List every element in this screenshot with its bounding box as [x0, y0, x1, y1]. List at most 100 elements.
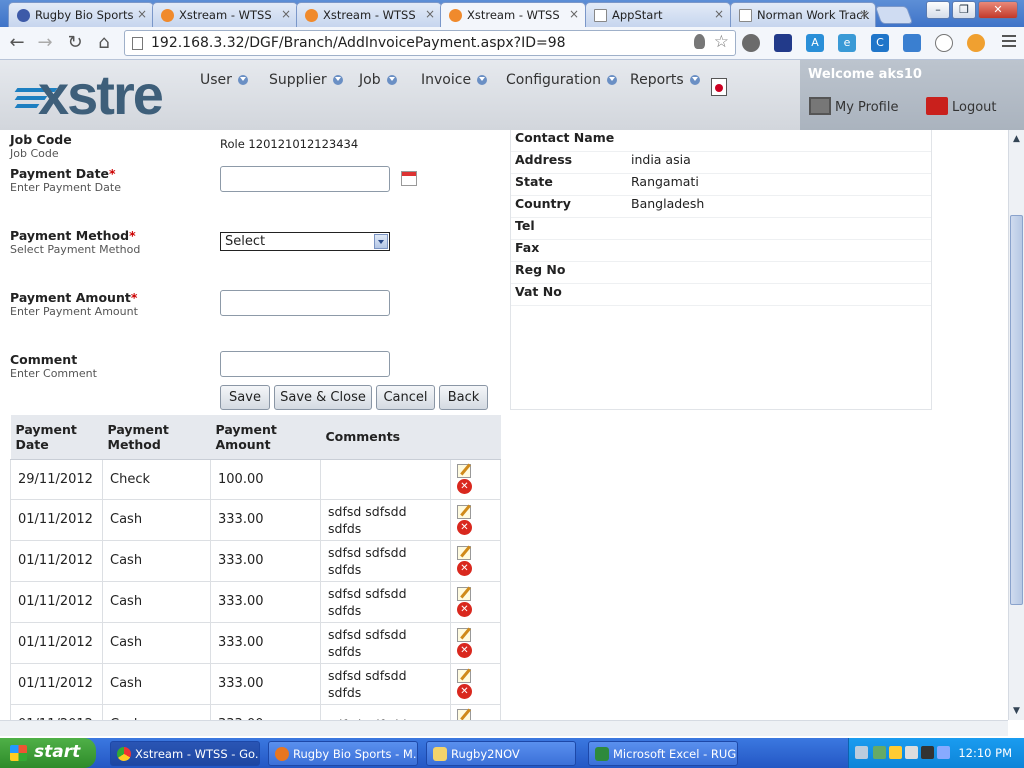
- system-clock: 12:10 PM: [958, 746, 1012, 760]
- nav-job[interactable]: Job: [359, 72, 397, 88]
- payment-method-hint: Select Payment Method: [10, 243, 141, 256]
- c2-extension-icon[interactable]: C: [871, 34, 889, 52]
- timer-icon[interactable]: [935, 34, 953, 52]
- extension-icon[interactable]: [774, 34, 792, 52]
- ie-tab-icon[interactable]: e: [838, 34, 856, 52]
- info-value: india asia: [631, 152, 691, 167]
- table-row: 01/11/2012 Cash 333.00 sdfsd sdfsdd ✕: [10, 703, 501, 720]
- payment-date-input[interactable]: [220, 166, 390, 192]
- forward-arrow-icon[interactable]: →: [34, 32, 56, 54]
- bookmark-star-icon[interactable]: ☆: [714, 32, 729, 52]
- close-icon[interactable]: ×: [859, 7, 869, 21]
- close-icon[interactable]: ×: [137, 7, 147, 21]
- volume-icon[interactable]: [937, 746, 950, 759]
- face-extension-icon[interactable]: [967, 34, 985, 52]
- nav-invoice[interactable]: Invoice: [421, 72, 488, 88]
- tab-appstart[interactable]: AppStart ×: [585, 2, 731, 27]
- payment-amount-input[interactable]: [220, 290, 390, 316]
- close-icon[interactable]: ×: [569, 7, 579, 21]
- delete-icon[interactable]: ✕: [457, 683, 472, 699]
- window-extension-icon[interactable]: [903, 34, 921, 52]
- col-comments[interactable]: Comments: [320, 415, 451, 460]
- window-controls: – ❐ ✕: [926, 1, 1018, 19]
- col-payment-amount[interactable]: Payment Amount: [210, 415, 321, 460]
- cell-method: Cash: [102, 703, 211, 720]
- close-icon[interactable]: ×: [281, 7, 291, 21]
- required-mark: *: [129, 228, 136, 243]
- edit-icon[interactable]: [457, 504, 471, 519]
- nav-user[interactable]: User: [200, 72, 248, 88]
- new-tab-button[interactable]: [874, 6, 914, 24]
- xstream-logo[interactable]: xstre: [12, 68, 187, 123]
- tab-xstream-2[interactable]: Xstream - WTSS ×: [296, 2, 442, 27]
- logo-text: xstre: [38, 68, 164, 123]
- taskbar-item-label: Xstream - WTSS - Go...: [135, 747, 260, 761]
- close-icon[interactable]: ×: [714, 7, 724, 21]
- taskbar-item-label: Rugby2NOV: [451, 747, 520, 761]
- tray-app-icon[interactable]: [905, 746, 918, 759]
- report-tool-icon[interactable]: [711, 78, 727, 96]
- tab-rugby-bio-sports[interactable]: Rugby Bio Sports ×: [8, 2, 154, 27]
- reload-icon[interactable]: ↻: [64, 32, 86, 54]
- taskbar-item-chrome[interactable]: Xstream - WTSS - Go...: [110, 741, 260, 766]
- scrollbar-thumb[interactable]: [1010, 215, 1023, 605]
- cell-comment: sdfsd sdfsdd sdfds: [320, 539, 451, 582]
- tab-label: Rugby Bio Sports: [35, 8, 134, 22]
- comment-input[interactable]: [220, 351, 390, 377]
- menu-icon[interactable]: [1002, 35, 1016, 49]
- save-button[interactable]: Save: [220, 385, 270, 410]
- col-payment-method[interactable]: Payment Method: [102, 415, 211, 460]
- tab-xstream-active[interactable]: Xstream - WTSS ×: [440, 2, 586, 27]
- chevron-left-icon[interactable]: [855, 746, 868, 759]
- horizontal-scrollbar[interactable]: [0, 720, 1008, 736]
- scroll-up-icon[interactable]: ▲: [1010, 132, 1023, 146]
- edit-icon[interactable]: [457, 709, 471, 720]
- tab-xstream-1[interactable]: Xstream - WTSS ×: [152, 2, 298, 27]
- network-icon[interactable]: [873, 746, 886, 759]
- tab-norman-work-track[interactable]: Norman Work Track ×: [730, 2, 876, 27]
- delete-icon[interactable]: ✕: [457, 560, 472, 576]
- scroll-down-icon[interactable]: ▼: [1010, 704, 1023, 718]
- bug-extension-icon[interactable]: [742, 34, 760, 52]
- address-bar[interactable]: 192.168.3.32/DGF/Branch/AddInvoicePaymen…: [124, 30, 736, 56]
- cancel-button[interactable]: Cancel: [376, 385, 435, 410]
- delete-icon[interactable]: ✕: [457, 519, 472, 535]
- payment-method-select[interactable]: Select: [220, 232, 390, 251]
- close-window-button[interactable]: ✕: [978, 1, 1018, 19]
- close-icon[interactable]: ×: [425, 7, 435, 21]
- edit-icon[interactable]: [457, 668, 471, 683]
- taskbar-item-excel[interactable]: Microsoft Excel - RUG...: [588, 741, 738, 766]
- nav-reports[interactable]: Reports: [630, 72, 700, 88]
- delete-icon[interactable]: ✕: [457, 601, 472, 617]
- start-button[interactable]: start: [0, 738, 96, 768]
- back-arrow-icon[interactable]: ←: [6, 32, 28, 54]
- lightbulb-icon[interactable]: [694, 34, 705, 49]
- save-close-button[interactable]: Save & Close: [274, 385, 372, 410]
- tray-app-icon[interactable]: [921, 746, 934, 759]
- taskbar-item-folder[interactable]: Rugby2NOV: [426, 741, 576, 766]
- nav-configuration[interactable]: Configuration: [506, 72, 617, 88]
- edit-icon[interactable]: [457, 464, 471, 478]
- translate-icon[interactable]: A: [806, 34, 824, 52]
- nav-supplier[interactable]: Supplier: [269, 72, 343, 88]
- info-key: Vat No: [515, 284, 562, 299]
- vertical-scrollbar[interactable]: ▲ ▼: [1008, 130, 1024, 720]
- col-payment-date[interactable]: Payment Date: [10, 415, 103, 460]
- edit-icon[interactable]: [457, 627, 471, 642]
- taskbar-item-firefox[interactable]: Rugby Bio Sports - M...: [268, 741, 418, 766]
- edit-icon[interactable]: [457, 545, 471, 560]
- select-value: Select: [225, 234, 266, 249]
- user-panel: Welcome aks10 My Profile Logout: [800, 60, 1024, 130]
- security-icon[interactable]: [889, 746, 902, 759]
- maximize-button[interactable]: ❐: [952, 1, 976, 19]
- delete-icon[interactable]: ✕: [457, 642, 472, 658]
- edit-icon[interactable]: [457, 586, 471, 601]
- calendar-icon[interactable]: [401, 171, 417, 186]
- logout-link[interactable]: Logout: [926, 97, 997, 115]
- my-profile-link[interactable]: My Profile: [809, 97, 898, 115]
- delete-icon[interactable]: ✕: [457, 479, 472, 494]
- home-icon[interactable]: ⌂: [93, 32, 115, 54]
- back-button[interactable]: Back: [439, 385, 488, 410]
- nav-label: Invoice: [421, 72, 472, 88]
- minimize-button[interactable]: –: [926, 1, 950, 19]
